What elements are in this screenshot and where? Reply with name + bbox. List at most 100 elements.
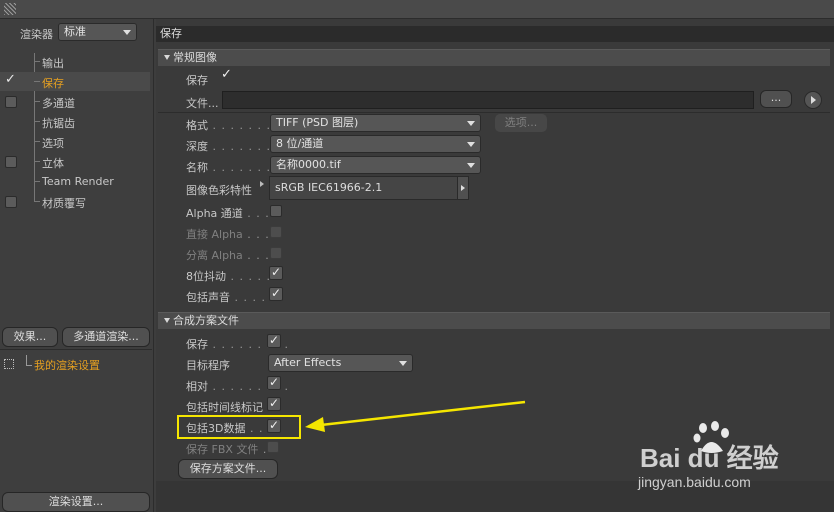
include-3d-data-label: 包括3D数据 . . . [186,422,273,435]
browse-button[interactable]: ... [760,90,792,108]
tree-connector [26,355,32,366]
separate-alpha-label: 分离 Alpha . . . . [186,249,279,262]
sidebar-item-label: Team Render [42,175,114,188]
name-select-value: 名称0000.tif [276,158,341,171]
tree-tick [34,81,40,82]
depth-select[interactable]: 8 位/通道 [270,135,481,153]
sidebar-item-label: 材质覆写 [42,197,86,210]
watermark-url: jingyan.baidu.com [638,474,751,490]
target-app-select[interactable]: After Effects [268,354,413,372]
sidebar-item-antialiasing[interactable]: 抗锯齿 [0,112,150,131]
save-enabled-checkbox[interactable]: ✓ [5,72,17,88]
file-label: 文件... [186,97,219,110]
annotation-arrow-line [320,400,526,427]
color-profile-menu-button[interactable] [457,177,468,199]
alpha-channel-checkbox[interactable] [270,205,282,217]
tree-tick [34,181,40,182]
checkmark-icon: ✓ [269,396,280,410]
panel-title: 保存 [156,26,834,42]
checkmark-icon: ✓ [5,72,16,87]
save-checkbox[interactable]: ✓ [221,67,233,83]
tree-tick [34,161,40,162]
sidebar-item-label: 立体 [42,157,64,170]
sidebar-item-stereo[interactable]: 立体 [0,152,150,171]
tree-tick [34,141,40,142]
format-select-value: TIFF (PSD 图层) [276,116,359,129]
expand-arrow-icon[interactable] [260,181,264,187]
render-settings-button[interactable]: 渲染设置... [2,492,150,512]
section-header-regular-image[interactable]: 常规图像 [158,49,830,66]
sidebar-item-team-render[interactable]: Team Render [0,172,150,191]
divider [0,349,152,350]
checkmark-icon: ✓ [269,333,280,347]
tree-tick [34,201,40,202]
comp-save-checkbox[interactable]: ✓ [267,334,281,348]
sidebar-item-output[interactable]: 输出 [0,52,150,71]
stereo-checkbox[interactable] [5,156,17,168]
sidebar-item-options[interactable]: 选项 [0,132,150,151]
timeline-markers-checkbox[interactable]: ✓ [267,397,281,411]
multipass-render-button[interactable]: 多通道渲染... [62,327,150,347]
checkmark-icon: ✓ [271,286,282,300]
save-project-file-button[interactable]: 保存方案文件... [178,459,278,479]
multipass-checkbox[interactable] [5,96,17,108]
save-fbx-checkbox[interactable] [267,441,279,453]
dither-checkbox[interactable]: ✓ [269,266,283,280]
include-sound-checkbox[interactable]: ✓ [269,287,283,301]
play-arrow-icon [461,185,465,191]
target-app-select-value: After Effects [274,356,342,369]
color-profile-field[interactable]: sRGB IEC61966-2.1 [269,176,469,200]
renderer-select[interactable]: 标准 [58,23,137,41]
color-profile-label: 图像色彩特性 [186,184,252,197]
save-label: 保存 [186,74,208,87]
file-expand-button[interactable] [804,91,822,109]
window-toolbar [0,0,834,19]
section-title: 常规图像 [173,51,217,64]
drag-grip-icon[interactable] [4,3,16,15]
divider [158,112,830,113]
sidebar-item-save[interactable]: ✓ 保存 [0,72,150,91]
renderer-select-value: 标准 [64,25,86,38]
sidebar-item-label: 输出 [42,57,64,70]
annotation-arrowhead-icon [305,417,325,432]
separate-alpha-checkbox[interactable] [270,247,282,259]
options-button[interactable]: 选项... [494,113,548,133]
tree-tick [34,61,40,62]
format-select[interactable]: TIFF (PSD 图层) [270,114,481,132]
tree-tick [34,121,40,122]
chevron-down-icon [467,121,475,126]
timeline-markers-label: 包括时间线标记 [186,401,263,414]
checkmark-icon: ✓ [271,265,282,279]
name-select[interactable]: 名称0000.tif [270,156,481,174]
sidebar-item-label: 保存 [42,77,64,90]
play-arrow-icon [811,96,816,104]
dither-label: 8位抖动 . . . . . . [186,270,280,283]
material-override-checkbox[interactable] [5,196,17,208]
tree-tick [34,101,40,102]
checkmark-icon: ✓ [221,67,232,82]
checkmark-icon: ✓ [269,418,280,432]
settings-node-icon [4,359,14,369]
section-title: 合成方案文件 [173,314,239,327]
sidebar-item-multipass[interactable]: 多通道 [0,92,150,111]
file-path-input[interactable] [222,91,754,109]
relative-checkbox[interactable]: ✓ [267,376,281,390]
save-fbx-label: 保存 FBX 文件 . . [186,443,275,456]
checkmark-icon: ✓ [269,375,280,389]
target-app-label: 目标程序 [186,359,230,372]
sidebar-item-label: 抗锯齿 [42,117,75,130]
chevron-down-icon [123,30,131,35]
paw-logo-icon [693,421,729,453]
include-3d-data-checkbox[interactable]: ✓ [267,419,281,433]
collapse-triangle-icon [164,318,170,323]
sidebar-item-material-override[interactable]: 材质覆写 [0,192,150,211]
depth-select-value: 8 位/通道 [276,137,324,150]
straight-alpha-checkbox[interactable] [270,226,282,238]
chevron-down-icon [399,361,407,366]
effects-button[interactable]: 效果... [2,327,58,347]
sidebar-item-label: 选项 [42,137,64,150]
render-setting-item[interactable]: 我的渲染设置 [34,357,100,373]
chevron-down-icon [467,163,475,168]
section-header-compositing[interactable]: 合成方案文件 [158,312,830,329]
render-settings-sidebar: 渲染器 标准 输出 ✓ 保存 多通道 抗锯齿 选项 立体 Team Render… [0,19,154,512]
